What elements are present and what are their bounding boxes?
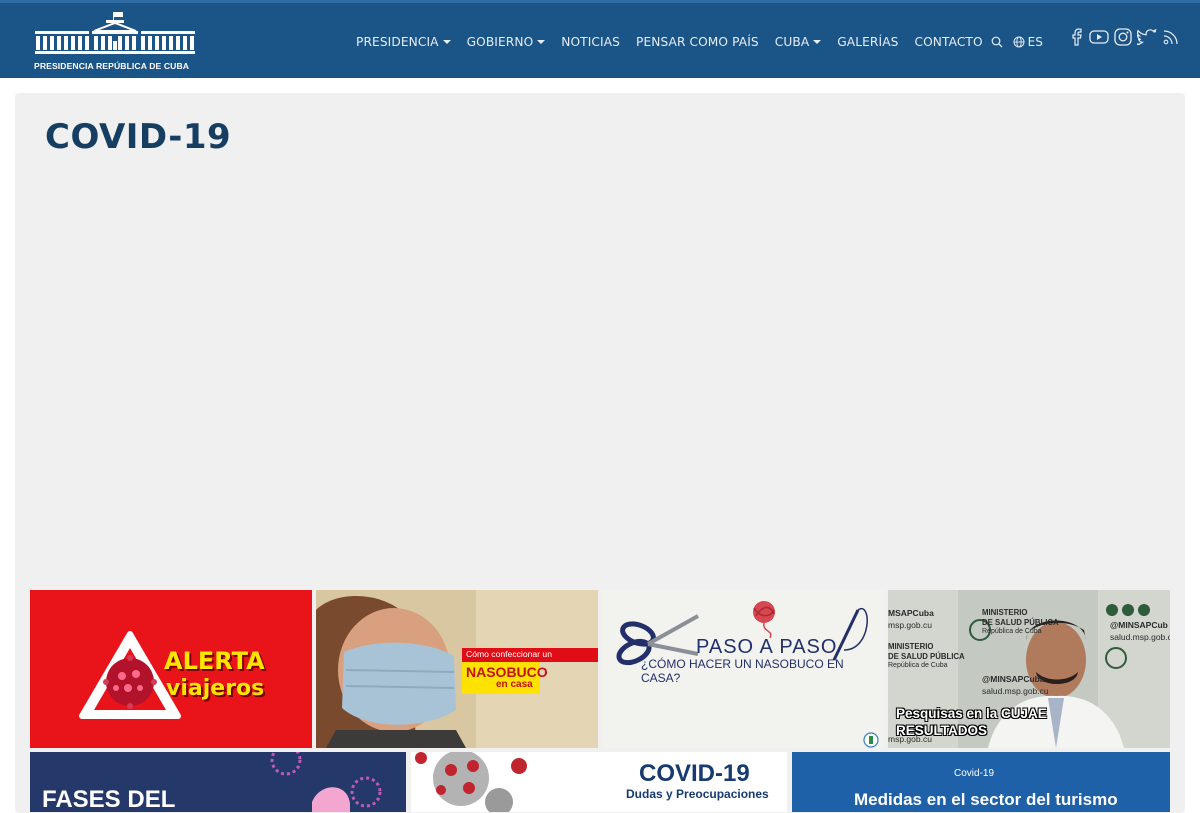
- facebook-icon[interactable]: [1070, 28, 1084, 46]
- content-panel: COVID-19 ALERTA viajeros Cómo confeccion…: [15, 93, 1185, 813]
- thumb-title: Medidas en el sector del turismo: [854, 790, 1118, 809]
- thumb-org: República de Cuba: [888, 662, 948, 669]
- site-logo[interactable]: PRESIDENCIA REPÚBLICA DE CUBA: [34, 11, 196, 73]
- thumb-handle: salud.msp.gob.cu: [982, 686, 1049, 696]
- face-mask-photo: [316, 590, 598, 748]
- nav-item-gobierno[interactable]: GOBIERNO: [467, 35, 546, 49]
- thumb-handle: @MINSAPCub: [1110, 620, 1168, 630]
- video-thumbnail-nasobuco[interactable]: Cómo confeccionar un NASOBUCO en casa: [316, 590, 598, 748]
- palace-logo-icon: [35, 12, 195, 54]
- video-thumbnail-turismo[interactable]: Covid-19 Medidas en el sector del turism…: [792, 752, 1170, 812]
- thumb-subtitle: Dudas y Preocupaciones: [626, 787, 769, 801]
- thumb-title: PASO A PASO: [696, 636, 838, 658]
- thumb-org: DE SALUD PÚBLICA: [888, 652, 965, 661]
- nav-item-pensar-como-pais[interactable]: PENSAR COMO PAÍS: [636, 35, 759, 49]
- thumb-caption: Cómo confeccionar un: [466, 649, 552, 659]
- thumb-handle: @MINSAPCuba: [982, 674, 1045, 684]
- youtube-icon[interactable]: [1089, 29, 1109, 45]
- thumb-org: República de Cuba: [982, 628, 1042, 635]
- language-label: ES: [1027, 35, 1043, 49]
- nav-item-cuba[interactable]: CUBA: [775, 35, 822, 49]
- video-thumbnail-fases-del[interactable]: FASES DEL: [30, 752, 406, 812]
- thumb-subtitle: ¿CÓMO HACER UN NASOBUCO EN CASA?: [641, 657, 844, 685]
- social-links: [1070, 28, 1180, 46]
- thumb-handle: MSAPCuba: [888, 608, 934, 618]
- nav-item-presidencia[interactable]: PRESIDENCIA: [356, 35, 451, 49]
- thumb-org: MINISTERIO: [982, 608, 1028, 617]
- nav-label: CUBA: [774, 35, 810, 49]
- logo-text: PRESIDENCIA REPÚBLICA DE CUBA: [34, 61, 190, 71]
- nav-item-contacto[interactable]: CONTACTO: [914, 35, 982, 49]
- page-title: COVID-19: [45, 117, 232, 157]
- main-nav: PRESIDENCIA GOBIERNO NOTICIAS PENSAR COM…: [356, 33, 1051, 51]
- nav-label: GOBIERNO: [466, 35, 534, 49]
- video-thumbnail-paso-a-paso[interactable]: PASO A PASO ¿CÓMO HACER UN NASOBUCO EN C…: [602, 590, 884, 748]
- thumb-subtitle: RESULTADOS: [896, 723, 987, 738]
- thumb-subtitle: viajeros: [166, 676, 265, 701]
- caret-down-icon: [537, 40, 546, 44]
- nav-label: PENSAR COMO PAÍS: [636, 35, 759, 49]
- nav-label: PRESIDENCIA: [356, 35, 439, 49]
- thumb-subtitle: en casa: [496, 679, 533, 690]
- thumb-title: FASES DEL: [42, 786, 176, 812]
- video-thumbnail-pesquisas-cujae[interactable]: MSAPCuba msp.gob.cu MINISTERIO DE SALUD …: [888, 590, 1170, 748]
- thumb-org: DE SALUD PÚBLICA: [982, 618, 1059, 627]
- nav-item-noticias[interactable]: NOTICIAS: [561, 35, 620, 49]
- thumb-handle: msp.gob.cu: [888, 620, 932, 630]
- thumb-title: Pesquisas en la CUJAE: [896, 706, 1047, 721]
- thumb-label: Covid-19: [954, 768, 995, 779]
- nav-label: NOTICIAS: [561, 35, 620, 49]
- thumb-org: MINISTERIO: [888, 642, 934, 651]
- instagram-icon[interactable]: [1114, 28, 1132, 46]
- thumb-title: NASOBUCO: [466, 664, 548, 680]
- caret-down-icon: [442, 40, 451, 44]
- thumb-handle: salud.msp.gob.cu: [1110, 632, 1170, 642]
- rss-icon[interactable]: [1162, 28, 1180, 46]
- globe-icon: [1013, 36, 1025, 48]
- video-thumbnail-alerta-viajeros[interactable]: ALERTA viajeros: [30, 590, 312, 748]
- thumb-title: COVID-19: [639, 760, 750, 787]
- nav-item-galerias[interactable]: GALERÍAS: [837, 35, 898, 49]
- language-switcher[interactable]: ES: [1013, 35, 1043, 49]
- search-icon[interactable]: [991, 36, 1003, 48]
- twitter-icon[interactable]: [1137, 29, 1157, 45]
- nav-label: CONTACTO: [914, 35, 983, 49]
- caret-down-icon: [813, 40, 822, 44]
- video-thumbnail-covid-dudas[interactable]: COVID-19 Dudas y Preocupaciones: [411, 752, 787, 812]
- site-header: PRESIDENCIA REPÚBLICA DE CUBA PRESIDENCI…: [0, 0, 1200, 78]
- nav-label: GALERÍAS: [837, 35, 899, 49]
- thumb-title: ALERTA: [164, 647, 265, 675]
